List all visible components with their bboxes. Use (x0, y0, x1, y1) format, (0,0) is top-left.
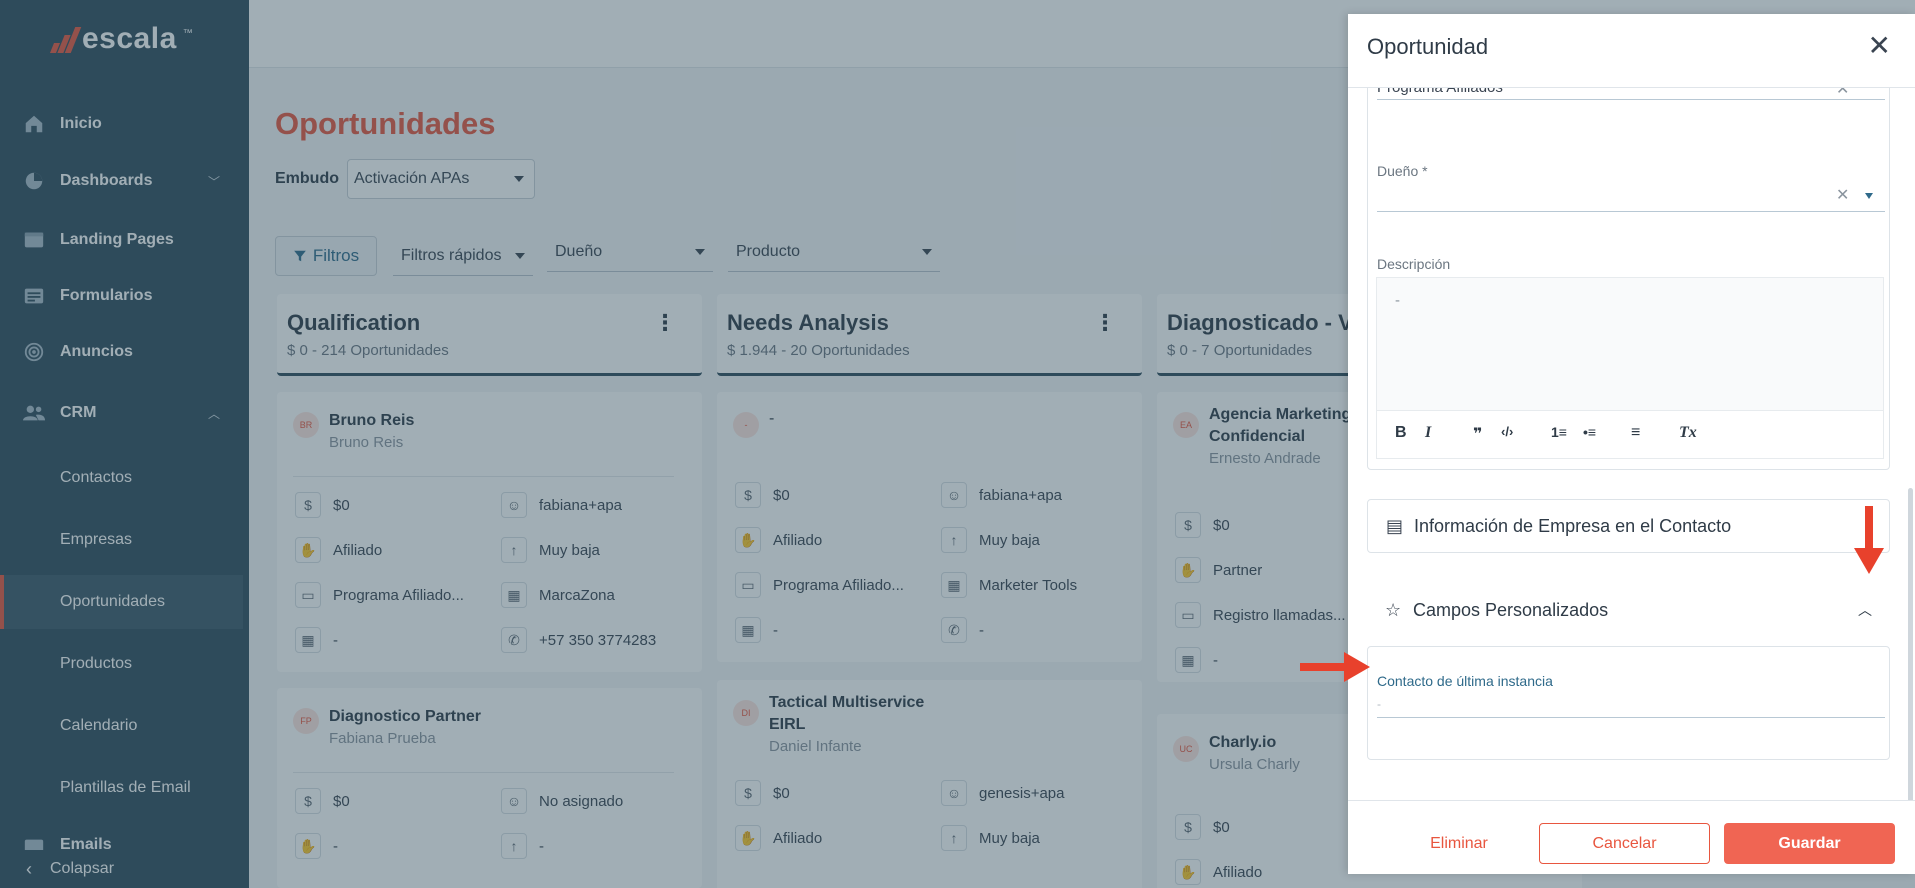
panel-scrollbar[interactable] (1908, 488, 1913, 800)
description-text: - (1395, 292, 1400, 309)
company-info-section[interactable]: ▤ Información de Empresa en el Contacto (1367, 499, 1890, 553)
custom-fields-card: Contacto de última instancia - (1367, 646, 1890, 760)
owner-input[interactable] (1377, 185, 1817, 205)
owner-label: Dueño * (1377, 163, 1428, 179)
delete-button[interactable]: Eliminar (1400, 823, 1518, 864)
custom-field-input[interactable]: - (1377, 697, 1381, 711)
caret-down-icon[interactable] (1865, 193, 1873, 199)
quote-button[interactable]: ❞ (1473, 424, 1482, 444)
star-icon: ☆ (1385, 599, 1402, 620)
field-underline (1377, 717, 1885, 718)
description-label: Descripción (1377, 256, 1451, 272)
panel-body: Programa Afiliados ✕ Dueño * ✕ Descripci… (1348, 88, 1915, 800)
clear-icon[interactable]: ✕ (1836, 185, 1849, 205)
building-icon: ▤ (1386, 515, 1404, 536)
section-title: Información de Empresa en el Contacto (1414, 515, 1732, 536)
align-button[interactable]: ≡ (1631, 424, 1640, 442)
field-underline (1377, 99, 1885, 100)
clear-format-button[interactable]: Tx (1679, 424, 1697, 442)
custom-fields-section[interactable]: ☆ Campos Personalizados ︿ (1367, 583, 1890, 637)
annotation-arrow-right-icon (1300, 652, 1370, 682)
panel-title: Oportunidad (1367, 34, 1489, 59)
cancel-button[interactable]: Cancelar (1539, 823, 1710, 864)
panel-header: Oportunidad ✕ (1348, 14, 1915, 88)
code-button[interactable]: ‹/› (1501, 424, 1513, 439)
ordered-list-button[interactable]: 1≡ (1551, 424, 1567, 440)
save-button[interactable]: Guardar (1724, 823, 1895, 864)
unordered-list-button[interactable]: •≡ (1583, 424, 1596, 440)
annotation-arrow-down-icon (1854, 506, 1884, 574)
custom-field-label: Contacto de última instancia (1377, 673, 1553, 689)
clear-icon[interactable]: ✕ (1836, 88, 1849, 99)
field-underline (1377, 211, 1885, 212)
description-editor[interactable]: - B I ❞ ‹/› 1≡ •≡ ≡ Tx (1376, 277, 1884, 459)
opportunity-panel: Oportunidad ✕ Programa Afiliados ✕ Dueño… (1348, 14, 1915, 874)
editor-toolbar: B I ❞ ‹/› 1≡ •≡ ≡ Tx (1377, 410, 1883, 458)
programa-field-value[interactable]: Programa Afiliados (1377, 88, 1503, 96)
panel-footer: Eliminar Cancelar Guardar (1348, 800, 1915, 874)
italic-button[interactable]: I (1425, 424, 1431, 442)
section-title: Campos Personalizados (1413, 599, 1609, 620)
chevron-up-icon[interactable]: ︿ (1858, 600, 1872, 620)
close-icon[interactable]: ✕ (1868, 32, 1891, 60)
bold-button[interactable]: B (1395, 424, 1407, 442)
